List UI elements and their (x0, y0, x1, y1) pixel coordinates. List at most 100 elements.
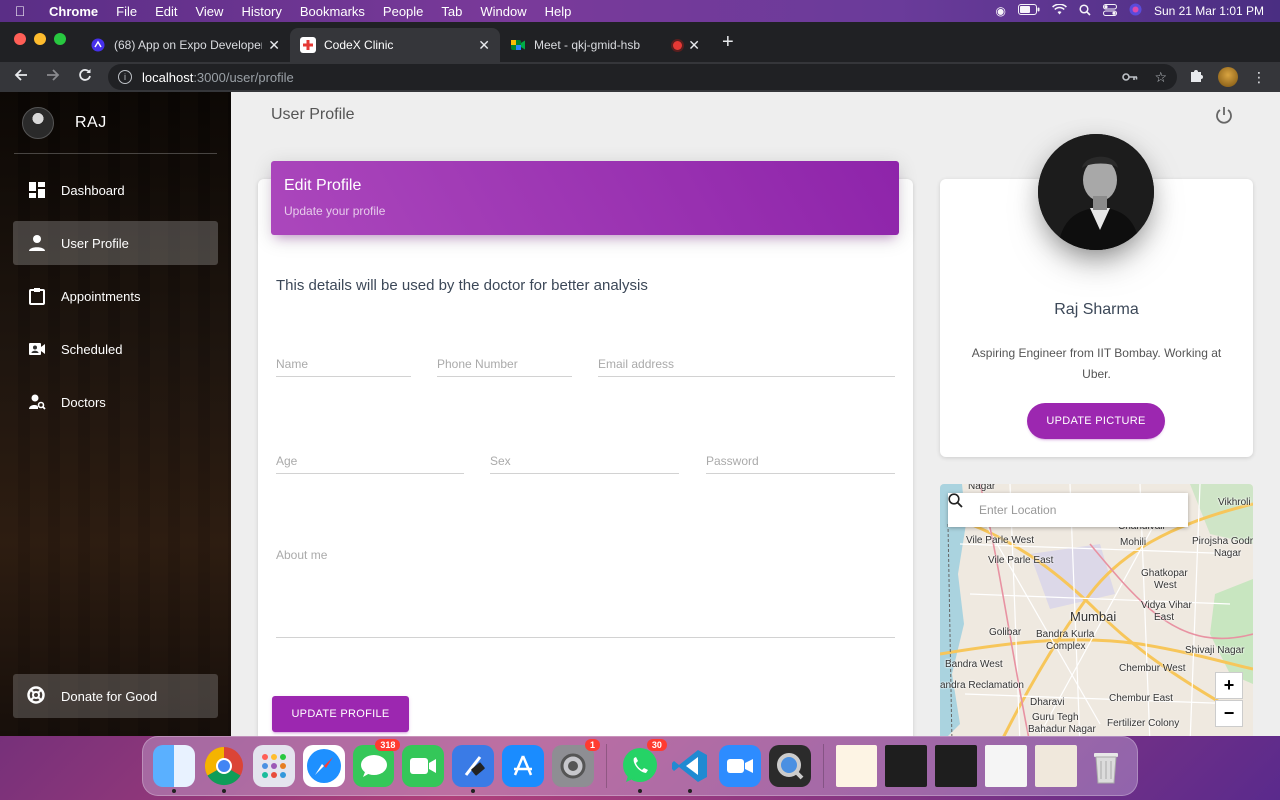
menu-view[interactable]: View (186, 4, 232, 19)
profile-avatar[interactable] (1218, 67, 1238, 87)
age-field[interactable]: Age (276, 452, 464, 474)
messages-badge: 318 (375, 739, 401, 751)
menu-window[interactable]: Window (471, 4, 535, 19)
dock-separator (606, 744, 608, 788)
macos-menu-bar:  Chrome File Edit View History Bookmark… (0, 0, 1280, 22)
close-window-button[interactable] (14, 33, 26, 45)
close-tab-icon[interactable]: ✕ (688, 37, 700, 54)
sidebar-item-appointments[interactable]: Appointments (13, 274, 218, 318)
tab-title: (68) App on Expo Developer To (114, 38, 263, 52)
sidebar-item-scheduled[interactable]: Scheduled (13, 327, 218, 371)
map-label: Dharavi (1030, 697, 1065, 708)
sidebar-item-dashboard[interactable]: Dashboard (13, 168, 218, 212)
safari-icon[interactable] (302, 745, 345, 787)
kebab-menu-icon[interactable]: ⋮ (1252, 69, 1266, 86)
zoom-in-button[interactable]: + (1215, 672, 1243, 699)
whatsapp-icon[interactable]: 30 (619, 739, 667, 793)
map-label: Nagar (968, 484, 996, 492)
new-tab-button[interactable]: + (710, 31, 746, 54)
tab-google-meet[interactable]: Meet - qkj-gmid-hsb ✕ (500, 28, 710, 62)
menu-file[interactable]: File (107, 4, 146, 19)
sidebar-item-user-profile[interactable]: User Profile (13, 221, 218, 265)
dashboard-icon (27, 180, 47, 200)
bookmark-star-icon[interactable]: ☆ (1154, 69, 1167, 86)
zoom-out-button[interactable]: − (1215, 700, 1243, 727)
menu-help[interactable]: Help (536, 4, 581, 19)
minimized-window-thumbnail[interactable] (985, 745, 1028, 787)
about-me-textarea[interactable]: About me (276, 548, 895, 638)
clock[interactable]: Sun 21 Mar 1:01 PM (1154, 4, 1264, 18)
key-icon[interactable] (1122, 69, 1138, 86)
name-field[interactable]: Name (276, 355, 411, 377)
phone-field[interactable]: Phone Number (437, 355, 572, 377)
facetime-icon[interactable] (402, 745, 445, 787)
trash-icon[interactable] (1085, 745, 1127, 787)
site-info-icon[interactable]: i (118, 70, 132, 84)
update-picture-button[interactable]: UPDATE PICTURE (1027, 403, 1165, 439)
back-arrow-icon[interactable] (8, 68, 34, 87)
map-label: Complex (1046, 641, 1086, 652)
sidebar-item-doctors[interactable]: Doctors (13, 380, 218, 424)
messages-icon[interactable]: 318 (352, 739, 401, 787)
power-logout-icon[interactable] (1214, 105, 1234, 125)
map-search-input[interactable]: Enter Location (948, 493, 1188, 527)
minimized-window-thumbnail[interactable] (885, 745, 928, 787)
launchpad-icon[interactable] (252, 745, 295, 787)
control-center-icon[interactable] (1102, 3, 1117, 19)
clipboard-icon (27, 286, 47, 306)
zoom-window-button[interactable] (54, 33, 66, 45)
menu-people[interactable]: People (374, 4, 432, 19)
update-profile-button[interactable]: UPDATE PROFILE (272, 696, 409, 732)
minimize-window-button[interactable] (34, 33, 46, 45)
map-label: Shivaji Nagar (1185, 645, 1245, 656)
minimized-window-thumbnail[interactable] (1035, 745, 1078, 787)
finder-icon[interactable] (153, 745, 195, 793)
vscode-icon[interactable] (669, 745, 711, 793)
tab-strip: (68) App on Expo Developer To ✕ CodeX Cl… (0, 22, 1280, 62)
quicktime-icon[interactable] (768, 745, 811, 787)
email-field[interactable]: Email address (598, 355, 895, 377)
email-label: Email address (598, 357, 675, 371)
sex-field[interactable]: Sex (490, 452, 679, 474)
wifi-icon[interactable] (1051, 3, 1067, 18)
dock-separator (822, 744, 824, 788)
age-label: Age (276, 454, 298, 468)
forward-arrow-icon[interactable] (40, 68, 66, 87)
menu-app-name[interactable]: Chrome (40, 4, 107, 19)
sidebar-item-label: Doctors (61, 394, 106, 410)
address-bar[interactable]: i localhost:3000/user/profile ☆ (108, 64, 1177, 90)
sidebar-item-label: User Profile (61, 235, 129, 251)
reload-icon[interactable] (72, 68, 98, 87)
tab-expo[interactable]: (68) App on Expo Developer To ✕ (80, 28, 290, 62)
close-tab-icon[interactable]: ✕ (268, 37, 280, 54)
donate-button[interactable]: Donate for Good (13, 674, 218, 718)
tab-codex-clinic[interactable]: CodeX Clinic ✕ (290, 28, 500, 62)
menu-history[interactable]: History (232, 4, 290, 19)
form-hint-text: This details will be used by the doctor … (276, 277, 648, 294)
map-label: Vidya Vihar (1141, 600, 1192, 611)
zoom-icon[interactable] (718, 745, 761, 787)
browser-toolbar: i localhost:3000/user/profile ☆ ⋮ (0, 62, 1280, 92)
apple-menu-icon[interactable]:  (0, 3, 40, 19)
battery-icon[interactable] (1017, 4, 1040, 18)
settings-icon[interactable]: 1 (552, 739, 601, 787)
chrome-icon[interactable] (203, 745, 245, 793)
close-tab-icon[interactable]: ✕ (478, 37, 490, 54)
extensions-puzzle-icon[interactable] (1189, 68, 1204, 86)
map-label: Guru Tegh (1032, 712, 1079, 723)
menu-tab[interactable]: Tab (432, 4, 471, 19)
appstore-icon[interactable] (502, 745, 545, 787)
minimized-window-thumbnail[interactable] (935, 745, 978, 787)
xcode-icon[interactable] (452, 745, 495, 793)
location-map[interactable]: Nagar Vikhroli Chandivali Mohili Pirojsh… (940, 484, 1253, 736)
siri-icon[interactable] (1129, 3, 1142, 19)
spotlight-search-icon[interactable] (1079, 3, 1091, 19)
map-label: Mumbai (1070, 609, 1117, 624)
password-field[interactable]: Password (706, 452, 895, 474)
sidebar: RAJ Dashboard User Profile Appointments … (0, 92, 231, 736)
menu-edit[interactable]: Edit (146, 4, 186, 19)
sidebar-item-label: Appointments (61, 288, 141, 304)
menu-bookmarks[interactable]: Bookmarks (291, 4, 374, 19)
minimized-window-thumbnail[interactable] (835, 745, 878, 787)
creative-cloud-icon[interactable]: ◉ (995, 4, 1005, 18)
